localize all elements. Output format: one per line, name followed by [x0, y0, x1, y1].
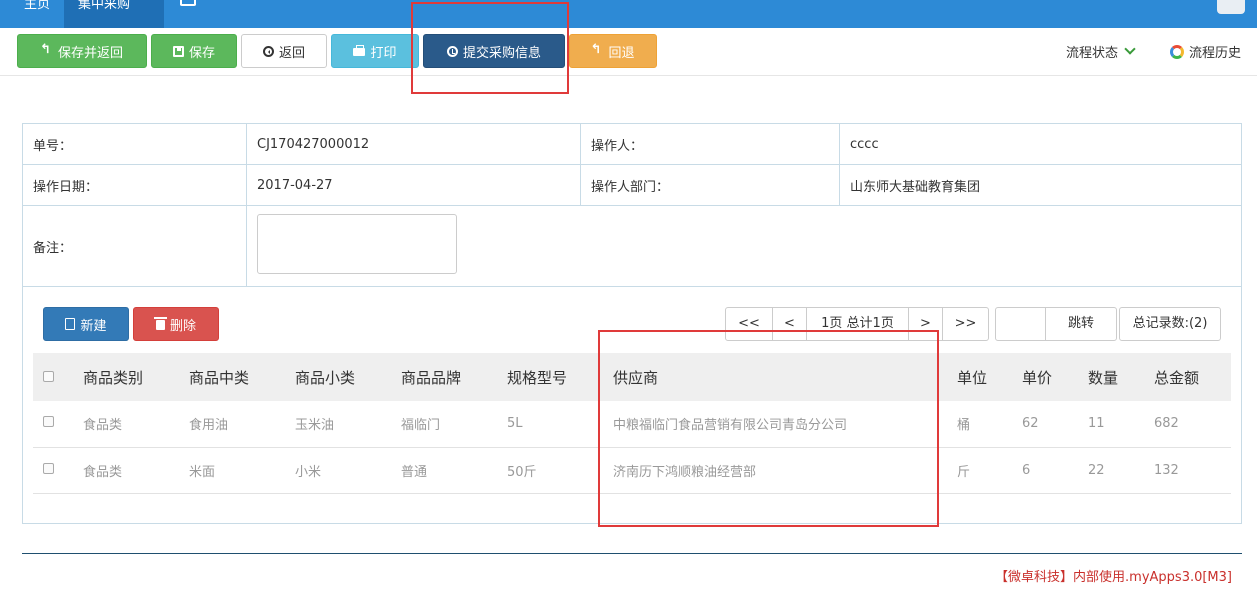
table-cell: 福临门 — [391, 401, 497, 448]
table-cell: 普通 — [391, 447, 497, 494]
table-cell: 食品类 — [73, 447, 179, 494]
delete-button[interactable]: 删除 — [133, 307, 219, 341]
print-label: 打印 — [370, 45, 397, 61]
tab-home[interactable]: 主页 — [10, 0, 64, 28]
dept-label: 操作人部门： — [580, 164, 840, 206]
row-select-cell — [33, 401, 73, 448]
action-toolbar: 保存并返回 保存 返回 打印 提交采购信息 回退 流程状态 流程历史 — [0, 28, 1257, 76]
row-select-cell — [33, 447, 73, 494]
back-button[interactable]: 返回 — [241, 34, 327, 68]
table-cell: 食用油 — [179, 401, 285, 448]
back-label: 返回 — [278, 45, 305, 61]
table-cell: 玉米油 — [285, 401, 391, 448]
table-cell: 米面 — [179, 447, 285, 494]
table-cell: 6 — [1012, 447, 1078, 494]
select-all-cell — [33, 353, 73, 401]
jump-group: 跳转 — [995, 307, 1117, 341]
operator-value: cccc — [839, 123, 1242, 165]
dept-value: 山东师大基础教育集团 — [839, 164, 1242, 206]
jump-button[interactable]: 跳转 — [1046, 308, 1116, 340]
col-header[interactable]: 数量 — [1078, 353, 1144, 401]
table-cell: 小米 — [285, 447, 391, 494]
footer-text: 【微卓科技】内部使用.myApps3.0[M3] — [995, 570, 1232, 585]
order-no-label: 单号： — [22, 123, 247, 165]
tab-window-icon[interactable] — [176, 0, 204, 28]
table-cell: 50斤 — [497, 447, 603, 494]
user-avatar[interactable] — [1217, 0, 1245, 14]
table-cell: 132 — [1144, 447, 1231, 494]
col-header[interactable]: 商品类别 — [73, 353, 179, 401]
footer-divider — [22, 553, 1242, 554]
circle-arrow-left-icon — [262, 45, 274, 57]
new-button[interactable]: 新建 — [43, 307, 129, 341]
col-header[interactable]: 商品品牌 — [391, 353, 497, 401]
delete-label: 删除 — [169, 318, 196, 334]
new-label: 新建 — [80, 318, 107, 334]
rollback-label: 回退 — [608, 45, 635, 61]
order-no-value: CJ170427000012 — [246, 123, 581, 165]
highlight-box-submit — [411, 2, 569, 94]
table-cell: 斤 — [947, 447, 1012, 494]
col-header[interactable]: 单价 — [1012, 353, 1078, 401]
page-last-button[interactable]: >> — [942, 308, 988, 340]
row-checkbox[interactable] — [43, 416, 54, 428]
col-header[interactable]: 规格型号 — [497, 353, 603, 401]
trash-icon — [153, 317, 167, 330]
table-cell: 11 — [1078, 401, 1144, 448]
save-button[interactable]: 保存 — [151, 34, 237, 68]
print-button[interactable]: 打印 — [331, 34, 419, 68]
table-cell: 22 — [1078, 447, 1144, 494]
flow-history-link[interactable]: 流程历史 — [1170, 42, 1241, 61]
table-cell: 食品类 — [73, 401, 179, 448]
save-and-return-label: 保存并返回 — [57, 45, 123, 61]
highlight-box-supplier — [598, 330, 939, 527]
jump-page-input[interactable] — [996, 308, 1046, 340]
printer-icon — [353, 45, 366, 56]
table-cell: 682 — [1144, 401, 1231, 448]
tab-centralized-procurement[interactable]: 集中采购 — [64, 0, 164, 28]
operator-label: 操作人： — [580, 123, 840, 165]
reply-icon — [590, 42, 603, 57]
row-checkbox[interactable] — [43, 462, 54, 474]
rollback-button[interactable]: 回退 — [569, 34, 657, 68]
floppy-icon — [172, 45, 184, 57]
select-all-checkbox[interactable] — [43, 371, 54, 382]
col-header[interactable]: 商品中类 — [179, 353, 285, 401]
reply-icon — [40, 42, 53, 57]
table-cell: 62 — [1012, 401, 1078, 448]
remark-cell — [246, 205, 1242, 287]
total-records: 总记录数:(2) — [1119, 307, 1221, 341]
save-and-return-button[interactable]: 保存并返回 — [17, 34, 147, 68]
flow-status-dropdown[interactable]: 流程状态 — [1066, 42, 1136, 61]
col-header[interactable]: 单位 — [947, 353, 1012, 401]
flow-status-label: 流程状态 — [1066, 46, 1119, 61]
order-info-table: 单号： CJ170427000012 操作人： cccc 操作日期： 2017-… — [22, 123, 1242, 287]
flow-history-label: 流程历史 — [1189, 46, 1242, 61]
file-icon — [65, 318, 76, 330]
date-label: 操作日期： — [22, 164, 247, 206]
color-ring-icon — [1170, 44, 1184, 59]
table-cell: 5L — [497, 401, 603, 448]
col-header[interactable]: 总金额 — [1144, 353, 1231, 401]
top-navbar: 主页 集中采购 — [0, 0, 1257, 28]
remark-label: 备注： — [22, 205, 247, 287]
col-header[interactable]: 商品小类 — [285, 353, 391, 401]
save-label: 保存 — [188, 45, 215, 61]
date-value: 2017-04-27 — [246, 164, 581, 206]
remark-textarea[interactable] — [257, 214, 457, 274]
table-cell: 桶 — [947, 401, 1012, 448]
chevron-down-icon — [1124, 43, 1136, 55]
